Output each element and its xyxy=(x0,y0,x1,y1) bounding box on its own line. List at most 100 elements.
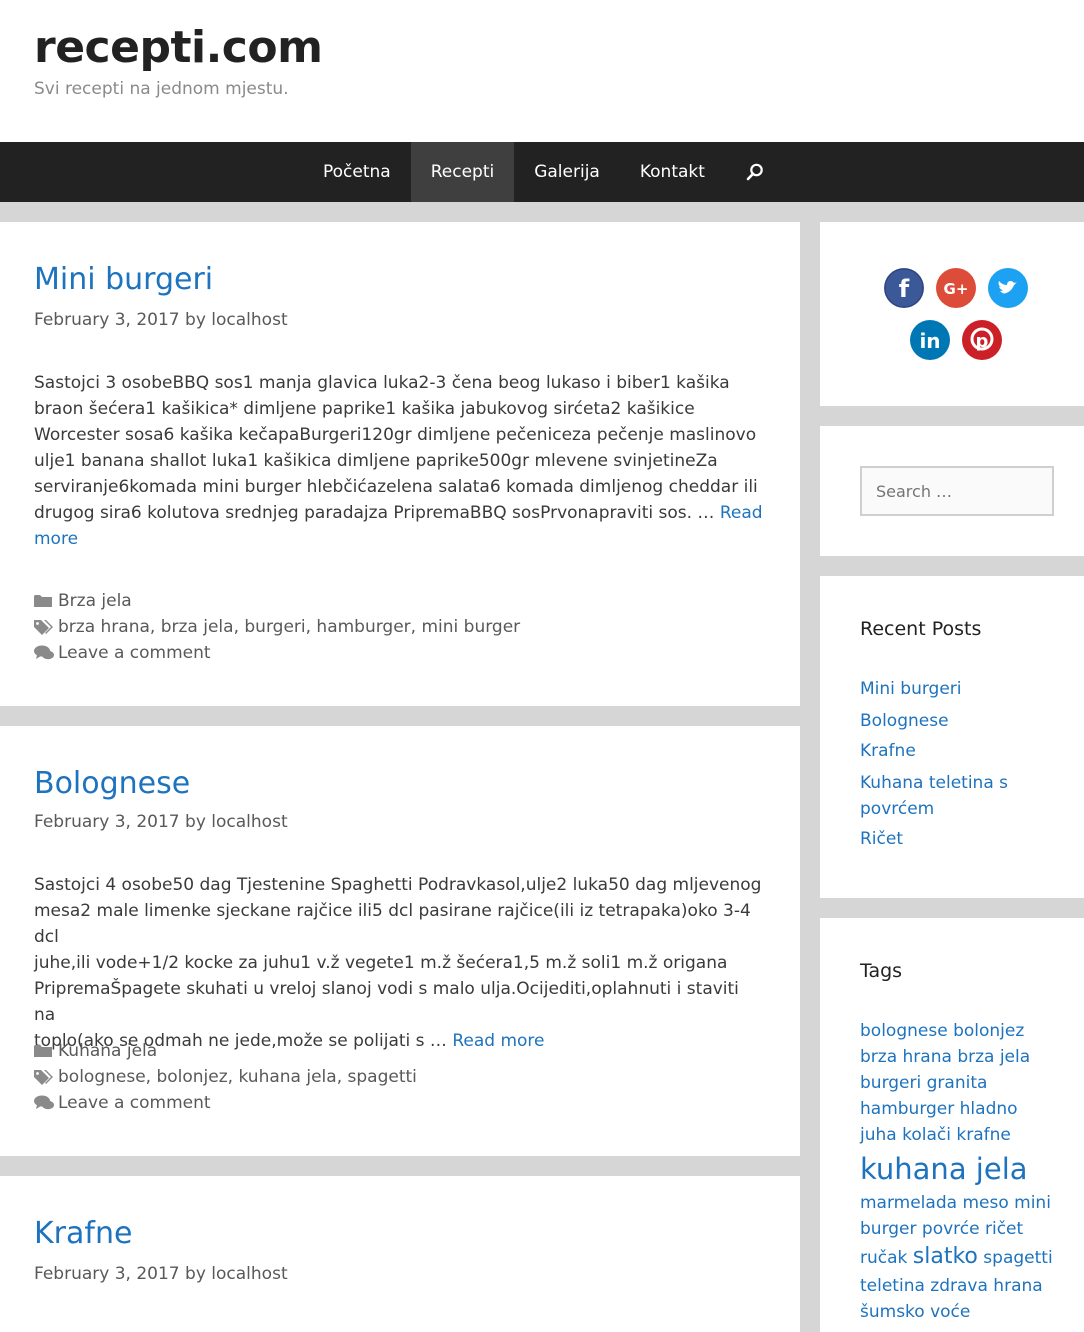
tag-link[interactable]: ričet xyxy=(985,1219,1023,1239)
facebook-icon[interactable]: f xyxy=(884,268,924,308)
post-author[interactable]: localhost xyxy=(211,310,287,330)
tag-link[interactable]: krafne xyxy=(956,1125,1010,1145)
tag-link[interactable]: marmelada xyxy=(860,1193,957,1213)
google-plus-icon[interactable]: G+ xyxy=(936,268,976,308)
post-author[interactable]: localhost xyxy=(211,812,287,832)
recent-post-link[interactable]: Kuhana teletina s xyxy=(860,770,1060,796)
svg-text:G+: G+ xyxy=(944,280,969,298)
tag-link[interactable]: zdrava hrana xyxy=(930,1276,1042,1296)
excerpt-line: drugog sira6 kolutova srednjeg paradajza… xyxy=(34,500,764,526)
post-author[interactable]: localhost xyxy=(211,1264,287,1284)
tag-link[interactable]: mini xyxy=(1014,1193,1051,1213)
recent-post-link[interactable]: Mini burgeri xyxy=(860,676,1060,702)
excerpt-line: mesa2 male limenke sjeckane rajčice ili5… xyxy=(34,901,751,947)
post-date[interactable]: February 3, 2017 xyxy=(34,1264,180,1284)
post-excerpt: Sastojci 3 osobeBBQ sos1 manja glavica l… xyxy=(34,370,764,552)
post-date[interactable]: February 3, 2017 xyxy=(34,812,180,832)
post-bolognese: Bolognese February 3, 2017 by localhost … xyxy=(0,726,800,1156)
post-category[interactable]: Kuhana jela xyxy=(58,1041,157,1061)
post-by: by xyxy=(185,310,206,330)
excerpt-line: Sastojci 4 osobe50 dag Tjestenine Spaghe… xyxy=(34,875,762,895)
svg-text:in: in xyxy=(919,329,940,353)
tags-icon xyxy=(34,1069,54,1085)
nav-item-recepti[interactable]: Recepti xyxy=(410,142,515,202)
tag-link[interactable]: bolonjez xyxy=(953,1021,1024,1041)
post-category-row: Brza jela xyxy=(34,588,132,614)
tag-cloud: bolognese bolonjez brza hrana brza jela … xyxy=(860,1018,1060,1325)
post-title[interactable]: Mini burgeri xyxy=(34,262,213,297)
read-more-link-cont[interactable]: more xyxy=(34,529,78,549)
post-tags-row: bolognese, bolonjez, kuhana jela, spaget… xyxy=(34,1064,417,1090)
post-meta: February 3, 2017 by localhost xyxy=(34,1264,288,1284)
search-input[interactable] xyxy=(860,466,1054,516)
tag-link[interactable]: granita xyxy=(927,1073,988,1093)
tag-link[interactable]: hladno xyxy=(960,1099,1018,1119)
post-by: by xyxy=(185,812,206,832)
tag-link[interactable]: juha xyxy=(860,1125,897,1145)
post-date[interactable]: February 3, 2017 xyxy=(34,310,180,330)
tag-link[interactable]: spagetti xyxy=(348,1067,417,1087)
recent-post-link-cont[interactable]: povrćem xyxy=(860,796,1060,822)
nav-item-galerija[interactable]: Galerija xyxy=(514,142,620,202)
post-title[interactable]: Bolognese xyxy=(34,766,190,801)
recent-post-link[interactable]: Ričet xyxy=(860,826,1060,852)
linkedin-icon[interactable]: in xyxy=(910,320,950,360)
excerpt-line: serviranje6komada mini burger hlebčićaze… xyxy=(34,477,758,497)
read-more-link[interactable]: Read more xyxy=(452,1031,544,1051)
tag-link[interactable]: bolonjez xyxy=(156,1067,227,1087)
post-title[interactable]: Krafne xyxy=(34,1216,132,1251)
tag-link[interactable]: brza hrana xyxy=(58,617,150,637)
tag-link[interactable]: hamburger xyxy=(316,617,410,637)
tag-link[interactable]: ručak xyxy=(860,1248,907,1268)
tag-link[interactable]: spagetti xyxy=(983,1248,1052,1268)
tag-link[interactable]: brza hrana xyxy=(860,1047,952,1067)
tag-link[interactable]: hamburger xyxy=(860,1099,954,1119)
tag-link[interactable]: teletina xyxy=(860,1276,925,1296)
nav-item-kontakt[interactable]: Kontakt xyxy=(620,142,725,202)
post-comment-row: Leave a comment xyxy=(34,640,211,666)
excerpt-line: more xyxy=(34,526,764,552)
tag-link[interactable]: mini burger xyxy=(421,617,520,637)
leave-comment-link[interactable]: Leave a comment xyxy=(58,643,211,663)
tag-link[interactable]: brza jela xyxy=(161,617,234,637)
recent-post-link[interactable]: Krafne xyxy=(860,738,1060,764)
tag-link[interactable]: bolognese xyxy=(860,1021,948,1041)
post-meta: February 3, 2017 by localhost xyxy=(34,812,288,832)
read-more-link[interactable]: Read xyxy=(720,503,763,523)
excerpt-line: juhe,ili vode+1/2 kocke za juhu1 v.ž veg… xyxy=(34,953,728,973)
excerpt-line: Worcester sosa6 kašika kečapaBurgeri120g… xyxy=(34,425,757,445)
tag-link[interactable]: kolači xyxy=(902,1125,951,1145)
recent-post-link[interactable]: Bolognese xyxy=(860,708,1060,734)
post-tags-row: brza hrana, brza jela, burgeri, hamburge… xyxy=(34,614,520,640)
tag-link[interactable]: burgeri xyxy=(244,617,305,637)
site-title[interactable]: recepti.com xyxy=(34,22,323,73)
tags-icon xyxy=(34,619,54,635)
tag-link[interactable]: bolognese xyxy=(58,1067,146,1087)
tag-link[interactable]: brza jela xyxy=(957,1047,1030,1067)
excerpt-line: PripremaŠpagete skuhati u vreloj slanoj … xyxy=(34,979,739,1025)
social-widget: f G+ in p xyxy=(820,222,1084,406)
search-icon[interactable] xyxy=(725,142,785,202)
tag-link[interactable]: kuhana jela xyxy=(238,1067,336,1087)
tag-link[interactable]: povrće xyxy=(922,1219,980,1239)
tag-link[interactable]: burgeri xyxy=(860,1073,921,1093)
tag-link[interactable]: šumsko voće xyxy=(860,1302,970,1322)
post-excerpt: Sastojci 4 osobe50 dag Tjestenine Spaghe… xyxy=(34,872,764,1054)
tag-link-large[interactable]: kuhana jela xyxy=(860,1152,1028,1186)
post-category[interactable]: Brza jela xyxy=(58,591,132,611)
main-nav: Početna Recepti Galerija Kontakt xyxy=(0,142,1084,202)
svg-text:p: p xyxy=(976,331,989,352)
svg-text:f: f xyxy=(899,275,910,303)
social-row-top: f G+ xyxy=(884,268,1028,308)
excerpt-line: ulje1 banana shallot luka1 kašikica diml… xyxy=(34,451,718,471)
pinterest-icon[interactable]: p xyxy=(962,320,1002,360)
nav-item-pocetna[interactable]: Početna xyxy=(303,142,411,202)
leave-comment-link[interactable]: Leave a comment xyxy=(58,1093,211,1113)
tag-link-medium[interactable]: slatko xyxy=(913,1244,978,1269)
post-comment-row: Leave a comment xyxy=(34,1090,211,1116)
post-by: by xyxy=(185,1264,206,1284)
tag-link[interactable]: burger xyxy=(860,1219,917,1239)
tag-link[interactable]: meso xyxy=(962,1193,1008,1213)
search-widget xyxy=(820,426,1084,556)
twitter-icon[interactable] xyxy=(988,268,1028,308)
